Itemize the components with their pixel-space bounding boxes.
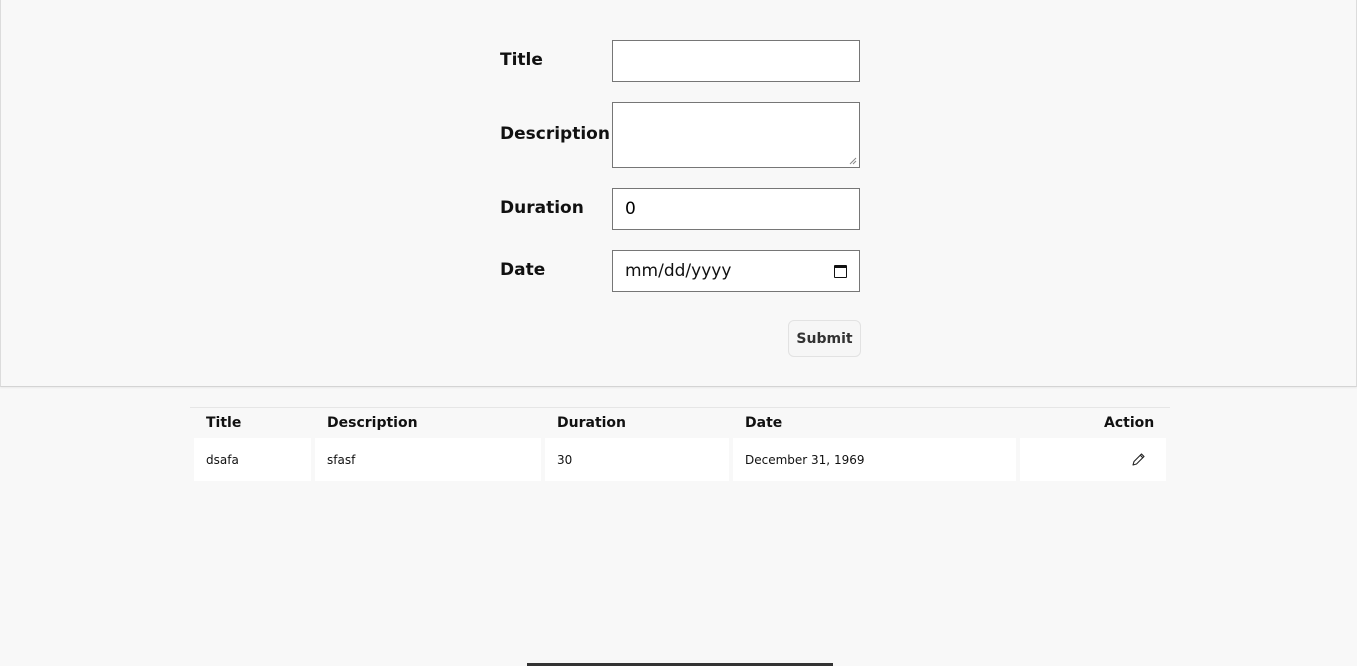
submit-button[interactable]: Submit: [788, 320, 861, 357]
entry-form: Title Description Duration Date mm/dd/yy…: [0, 0, 1357, 387]
duration-input[interactable]: [612, 188, 860, 230]
header-duration: Duration: [557, 415, 627, 431]
calendar-icon[interactable]: [834, 264, 847, 278]
cell-date: December 31, 1969: [733, 438, 1016, 481]
date-input[interactable]: mm/dd/yyyy: [612, 250, 860, 292]
header-action: Action: [1104, 415, 1155, 431]
title-label: Title: [500, 50, 543, 70]
title-input[interactable]: [612, 40, 860, 82]
cell-title: dsafa: [194, 438, 311, 481]
cell-duration: 30: [545, 438, 729, 481]
pencil-edit-icon[interactable]: [1131, 452, 1146, 467]
header-date: Date: [745, 415, 783, 431]
description-label: Description: [500, 124, 610, 144]
cell-description: sfasf: [315, 438, 541, 481]
date-label: Date: [500, 260, 546, 280]
header-description: Description: [327, 415, 418, 431]
cell-action: [1020, 438, 1166, 481]
table-divider: [190, 407, 1170, 408]
resize-grip-icon[interactable]: [849, 157, 857, 165]
header-title: Title: [206, 415, 242, 431]
description-textarea[interactable]: [612, 102, 860, 168]
date-placeholder: mm/dd/yyyy: [625, 261, 732, 281]
duration-label: Duration: [500, 198, 584, 218]
